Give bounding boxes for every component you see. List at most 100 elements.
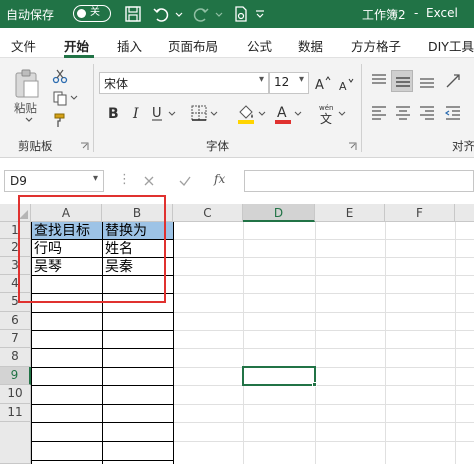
customize-toolbar-icon[interactable] <box>254 5 266 23</box>
ribbon: 粘贴 剪贴板 宋体 ▾ 12 ▾ A A B I U A wén 文 字体 对齐 <box>0 58 474 158</box>
orientation-icon[interactable] <box>444 72 462 90</box>
tab-formulas[interactable]: 公式 <box>247 36 272 55</box>
svg-text:I: I <box>132 106 139 122</box>
gridline <box>315 222 316 464</box>
copy-icon[interactable] <box>52 90 68 106</box>
decrease-font-icon[interactable]: A <box>338 76 356 94</box>
title-separator: - <box>414 6 419 20</box>
borders-icon[interactable] <box>190 104 208 122</box>
undo-dropdown-icon[interactable] <box>174 5 184 23</box>
tab-insert[interactable]: 插入 <box>117 36 142 55</box>
gridline <box>455 222 456 464</box>
font-family-value: 宋体 <box>104 77 129 91</box>
column-header-c[interactable]: C <box>173 204 243 222</box>
save-icon[interactable] <box>124 5 142 23</box>
svg-text:B: B <box>108 106 119 122</box>
undo-icon[interactable] <box>152 5 170 23</box>
tab-home[interactable]: 开始 <box>64 36 89 55</box>
table-border <box>173 222 174 464</box>
row-header-12[interactable] <box>0 422 31 464</box>
column-header-e[interactable]: E <box>315 204 385 222</box>
toggle-knob <box>77 8 86 18</box>
active-cell-d9[interactable] <box>242 366 316 386</box>
decrease-indent-icon[interactable] <box>444 104 462 122</box>
more-options-icon[interactable]: ⋮ <box>118 171 131 189</box>
tab-file[interactable]: 文件 <box>11 36 36 55</box>
copy-dropdown-icon[interactable] <box>70 94 78 102</box>
font-family-select[interactable]: 宋体 ▾ <box>99 72 269 94</box>
document-title: 工作簿2 <box>362 8 406 22</box>
clipboard-group-label: 剪贴板 <box>18 139 53 153</box>
row-header-11[interactable]: 11 <box>0 404 31 422</box>
title-bar: 自动保存 关 工作簿2 - Excel <box>0 0 474 28</box>
row-header-8[interactable]: 8 <box>0 348 31 367</box>
align-center-icon[interactable] <box>394 104 412 122</box>
align-left-icon[interactable] <box>370 104 388 122</box>
alignment-group-label: 对齐 <box>452 139 474 153</box>
fill-color-dropdown-icon[interactable] <box>258 110 266 118</box>
column-header-d[interactable]: D <box>243 204 315 222</box>
font-launcher-icon[interactable] <box>348 142 357 151</box>
name-box[interactable]: D9 ▾ <box>4 170 104 192</box>
align-middle-button[interactable] <box>391 70 413 92</box>
column-header-g[interactable] <box>455 204 474 222</box>
gridline <box>385 222 386 464</box>
redo-icon <box>193 8 209 22</box>
fill-color-icon[interactable] <box>236 102 256 124</box>
underline-dropdown-icon[interactable] <box>168 110 176 118</box>
chevron-down-icon: ▾ <box>258 74 264 85</box>
formula-input[interactable] <box>244 170 474 192</box>
row-header-10[interactable]: 10 <box>0 385 31 404</box>
clipboard-launcher-icon[interactable] <box>80 142 89 151</box>
italic-icon[interactable]: I <box>130 104 144 122</box>
column-header-f[interactable]: F <box>385 204 455 222</box>
align-top-icon[interactable] <box>370 72 388 90</box>
gridline <box>243 222 244 464</box>
svg-text:U: U <box>152 106 162 121</box>
font-color-icon[interactable]: A <box>274 102 292 124</box>
svg-text:文: 文 <box>320 111 332 126</box>
format-painter-icon[interactable] <box>52 112 68 128</box>
app-name: Excel <box>426 6 458 20</box>
cancel-icon <box>144 176 154 186</box>
svg-text:wén: wén <box>319 104 333 112</box>
cut-icon[interactable] <box>52 68 68 84</box>
row-header-7[interactable]: 7 <box>0 330 31 348</box>
row-header-9[interactable]: 9 <box>0 367 31 385</box>
svg-text:A: A <box>315 78 324 92</box>
row-header-6[interactable]: 6 <box>0 312 31 330</box>
insert-function-button[interactable]: fx <box>214 172 225 186</box>
paste-label[interactable]: 粘贴 <box>14 100 37 116</box>
svg-text:A: A <box>339 80 347 93</box>
increase-font-icon[interactable]: A <box>314 74 332 92</box>
font-group-label: 字体 <box>206 139 229 153</box>
autosave-state: 关 <box>90 7 100 18</box>
formula-bar: D9 ▾ ⋮ fx <box>0 166 474 196</box>
underline-icon[interactable]: U <box>150 104 166 122</box>
group-separator <box>93 64 94 152</box>
print-preview-icon[interactable] <box>232 5 250 23</box>
phonetic-guide-icon[interactable]: wén 文 <box>316 102 338 126</box>
paste-icon[interactable] <box>12 68 42 100</box>
svg-text:A: A <box>277 105 287 121</box>
align-middle-icon <box>396 77 410 87</box>
fill-handle[interactable] <box>312 382 317 387</box>
font-color-dropdown-icon[interactable] <box>294 110 302 118</box>
font-size-select[interactable]: 12 ▾ <box>269 72 309 94</box>
tab-data[interactable]: 数据 <box>298 36 323 55</box>
enter-icon <box>179 176 191 186</box>
tab-page-layout[interactable]: 页面布局 <box>168 36 218 55</box>
align-bottom-icon[interactable] <box>418 72 436 90</box>
autosave-toggle[interactable]: 关 <box>73 5 111 22</box>
tab-fangfang[interactable]: 方方格子 <box>351 36 401 55</box>
phonetic-dropdown-icon[interactable] <box>338 110 346 118</box>
chevron-down-icon: ▾ <box>298 74 304 85</box>
bold-icon[interactable]: B <box>106 104 122 122</box>
name-box-value: D9 <box>10 174 27 188</box>
align-right-icon[interactable] <box>418 104 436 122</box>
redo-dropdown-icon <box>215 12 223 17</box>
font-size-value: 12 <box>274 75 290 89</box>
tab-diy-tools[interactable]: DIY工具 <box>428 36 474 55</box>
paste-dropdown-icon[interactable] <box>24 116 34 124</box>
borders-dropdown-icon[interactable] <box>210 110 218 118</box>
